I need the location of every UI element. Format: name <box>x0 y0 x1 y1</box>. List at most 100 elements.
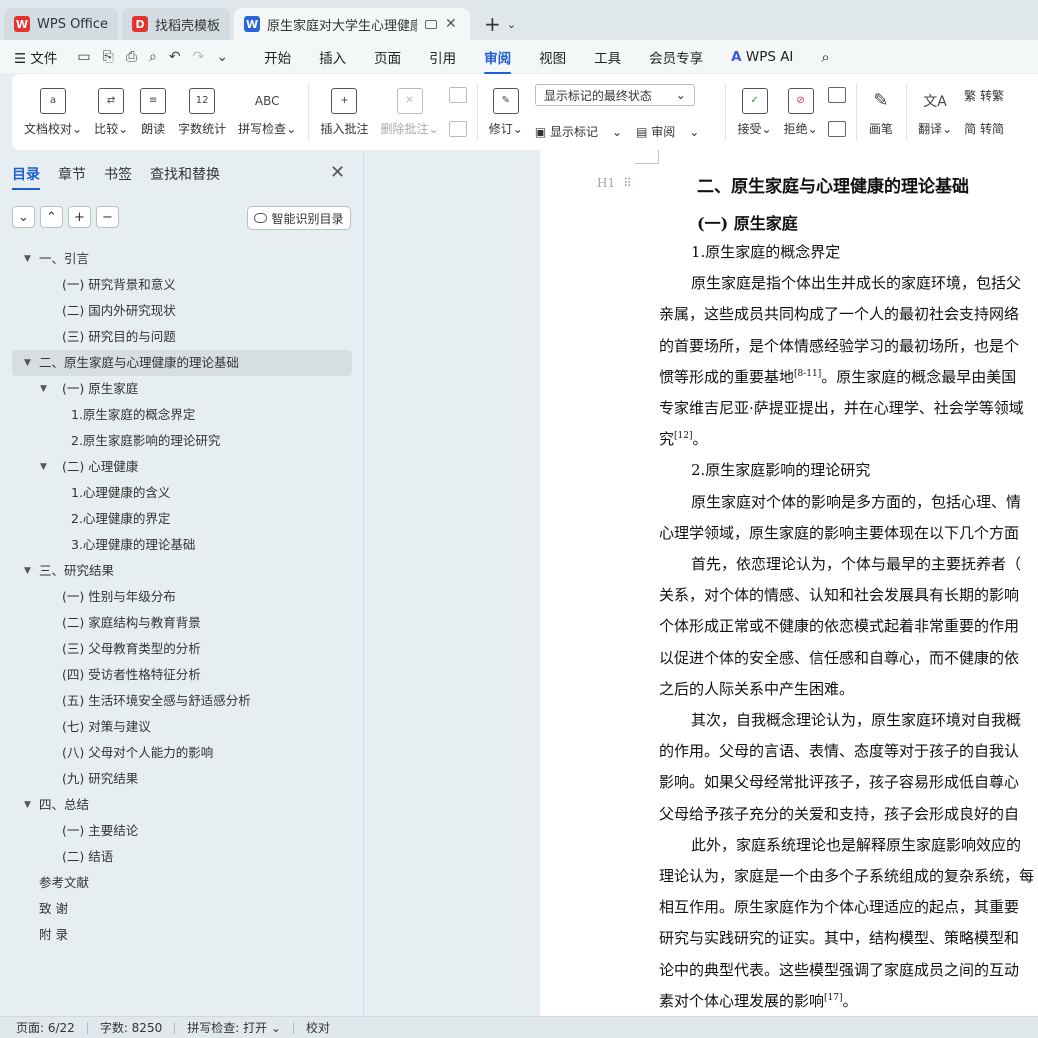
toc-item[interactable]: 致 谢 <box>12 896 352 922</box>
file-menu[interactable]: ☰ 文件 <box>14 47 57 67</box>
toc-item[interactable]: ▼ (一) 原生家庭 <box>12 376 352 402</box>
menu-item-page[interactable]: 页面 <box>374 47 401 67</box>
promote-button[interactable]: ⌃ <box>40 206 63 228</box>
read-aloud-button[interactable]: ≡ 朗读 <box>140 80 167 144</box>
collapse-arrow-icon[interactable]: ▼ <box>24 246 31 272</box>
search-icon[interactable]: ⌕ <box>821 48 829 66</box>
pen-button[interactable]: ✎ 画笔 <box>868 80 894 144</box>
toc-item[interactable]: (九) 研究结果 <box>12 766 352 792</box>
doc-line: 父母给予孩子充分的关爱和支持，孩子会形成良好的自 <box>659 803 1019 824</box>
toc-item[interactable]: (一) 主要结论 <box>12 818 352 844</box>
remove-heading-button[interactable]: − <box>96 206 119 228</box>
next-change-icon[interactable] <box>827 121 846 137</box>
toc-item[interactable]: (四) 受访者性格特征分析 <box>12 662 352 688</box>
proof-indicator[interactable]: 校对 <box>306 1019 330 1036</box>
reject-button[interactable]: ⊘ 拒绝⌄ <box>784 80 818 144</box>
compare-button[interactable]: ⇄ 比较⌄ <box>94 80 128 144</box>
insert-comment-button[interactable]: + 插入批注 <box>320 80 368 144</box>
citation[interactable]: [8-11] <box>794 369 821 379</box>
toc-item[interactable]: 1.心理健康的含义 <box>12 480 352 506</box>
new-tab-button[interactable]: + ⌄ <box>474 8 526 40</box>
toc-item[interactable]: (五) 生活环境安全感与舒适感分析 <box>12 688 352 714</box>
collapse-arrow-icon[interactable]: ▼ <box>40 376 47 402</box>
toc-item[interactable]: (一) 研究背景和意义 <box>12 272 352 298</box>
save-icon[interactable]: ▭ <box>77 49 90 65</box>
chevron-down-icon[interactable]: ⌄ <box>507 18 516 31</box>
print-preview-icon[interactable]: ⌕ <box>149 49 157 65</box>
tab-toc[interactable]: 目录 <box>12 164 40 190</box>
toc-item[interactable]: 3.心理健康的理论基础 <box>12 532 352 558</box>
menu-item-insert[interactable]: 插入 <box>319 47 346 67</box>
toc-item[interactable]: (二) 家庭结构与教育背景 <box>12 610 352 636</box>
menu-item-tools[interactable]: 工具 <box>594 47 621 67</box>
smart-toc-button[interactable]: 智能识别目录 <box>247 206 351 230</box>
toc-item[interactable]: 附 录 <box>12 922 352 948</box>
toc-item[interactable]: ▼ (二) 心理健康 <box>12 454 352 480</box>
page-indicator[interactable]: 页面: 6/22 <box>16 1019 75 1036</box>
menu-item-view[interactable]: 视图 <box>539 47 566 67</box>
tab-docer[interactable]: D 找稻壳模板 <box>122 8 231 40</box>
toc-item[interactable]: (七) 对策与建议 <box>12 714 352 740</box>
menu-item-references[interactable]: 引用 <box>429 47 456 67</box>
toc-item[interactable]: 参考文献 <box>12 870 352 896</box>
add-heading-button[interactable]: + <box>68 206 91 228</box>
document-page[interactable]: H1 ⠿ 二、原生家庭与心理健康的理论基础 (一) 原生家庭 1.原生家庭的概念界… <box>540 150 1038 1016</box>
word-count-indicator[interactable]: 字数: 8250 <box>100 1019 162 1036</box>
collapse-arrow-icon[interactable]: ▼ <box>24 350 31 376</box>
toc-item[interactable]: 1.原生家庭的概念界定 <box>12 402 352 428</box>
drag-handle-icon[interactable]: ⠿ <box>623 176 632 190</box>
review-pane-button[interactable]: ▤ 审阅 ⌄ <box>636 123 699 140</box>
to-traditional-button[interactable]: 繁 转繁 <box>964 87 1018 104</box>
accept-button[interactable]: ✓ 接受⌄ <box>738 80 772 144</box>
export-icon[interactable]: ⎘ <box>103 49 114 65</box>
toc-item[interactable]: ▼ 三、研究结果 <box>12 558 352 584</box>
tab-wps-office[interactable]: W WPS Office <box>4 8 119 40</box>
toc-item[interactable]: (二) 国内外研究现状 <box>12 298 352 324</box>
toc-item[interactable]: ▼ 二、原生家庭与心理健康的理论基础 <box>12 350 352 376</box>
revise-button[interactable]: ✎ 修订⌄ <box>489 80 523 144</box>
toc-item[interactable]: 2.原生家庭影响的理论研究 <box>12 428 352 454</box>
close-icon[interactable]: ✕ <box>445 16 457 32</box>
tab-bookmarks[interactable]: 书签 <box>104 164 132 184</box>
toc-item[interactable]: 2.心理健康的界定 <box>12 506 352 532</box>
citation[interactable]: [12] <box>674 431 692 441</box>
menu-item-review[interactable]: 审阅 <box>484 47 512 74</box>
print-icon[interactable]: ⎙ <box>126 49 137 65</box>
collapse-arrow-icon[interactable]: ▼ <box>24 792 31 818</box>
proof-button[interactable]: a 文档校对⌄ <box>24 80 82 144</box>
spell-check-button[interactable]: ABC 拼写检查⌄ <box>238 80 296 144</box>
toc-item[interactable]: (三) 父母教育类型的分析 <box>12 636 352 662</box>
tab-chapters[interactable]: 章节 <box>58 164 86 184</box>
close-icon[interactable]: ✕ <box>330 162 345 183</box>
citation[interactable]: [17] <box>824 993 842 1003</box>
toc-item[interactable]: (二) 结语 <box>12 844 352 870</box>
toc-item[interactable]: (八) 父母对个人能力的影响 <box>12 740 352 766</box>
markup-state-select[interactable]: 显示标记的最终状态 ⌄ <box>534 84 695 106</box>
tab-find-replace[interactable]: 查找和替换 <box>150 164 220 184</box>
monitor-icon[interactable] <box>425 19 438 29</box>
translate-button[interactable]: 文A 翻译⌄ <box>918 80 952 144</box>
next-comment-icon[interactable] <box>448 121 467 137</box>
previous-change-icon[interactable] <box>827 87 846 103</box>
to-simplified-button[interactable]: 简 转简 <box>964 120 1018 137</box>
undo-icon[interactable]: ↶ <box>169 49 181 65</box>
menu-item-home[interactable]: 开始 <box>264 47 291 67</box>
toc-item[interactable]: ▼ 一、引言 <box>12 246 352 272</box>
previous-comment-icon[interactable] <box>448 87 467 103</box>
toc-item[interactable]: ▼ 四、总结 <box>12 792 352 818</box>
menu-item-member[interactable]: 会员专享 <box>649 47 703 67</box>
spell-check-indicator[interactable]: 拼写检查: 打开 ⌄ <box>187 1019 281 1036</box>
redo-icon[interactable]: ↷ <box>193 49 205 65</box>
tab-document[interactable]: W 原生家庭对大学生心理健康影响 ✕ <box>234 8 471 40</box>
demote-button[interactable]: ⌄ <box>12 206 35 228</box>
collapse-arrow-icon[interactable]: ▼ <box>24 558 31 584</box>
show-markup-button[interactable]: ▣ 显示标记 ⌄ <box>535 123 622 140</box>
collapse-arrow-icon[interactable]: ▼ <box>40 454 47 480</box>
heading-level-marker[interactable]: H1 ⠿ <box>597 176 632 190</box>
chevron-down-icon[interactable]: ⌄ <box>216 49 228 65</box>
word-count-button[interactable]: 12 字数统计 <box>178 80 226 144</box>
toc-item[interactable]: (一) 性别与年级分布 <box>12 584 352 610</box>
delete-comment-button[interactable]: ✕ 删除批注⌄ <box>380 80 439 144</box>
wps-ai-button[interactable]: A WPS AI <box>731 49 793 65</box>
toc-item[interactable]: (三) 研究目的与问题 <box>12 324 352 350</box>
